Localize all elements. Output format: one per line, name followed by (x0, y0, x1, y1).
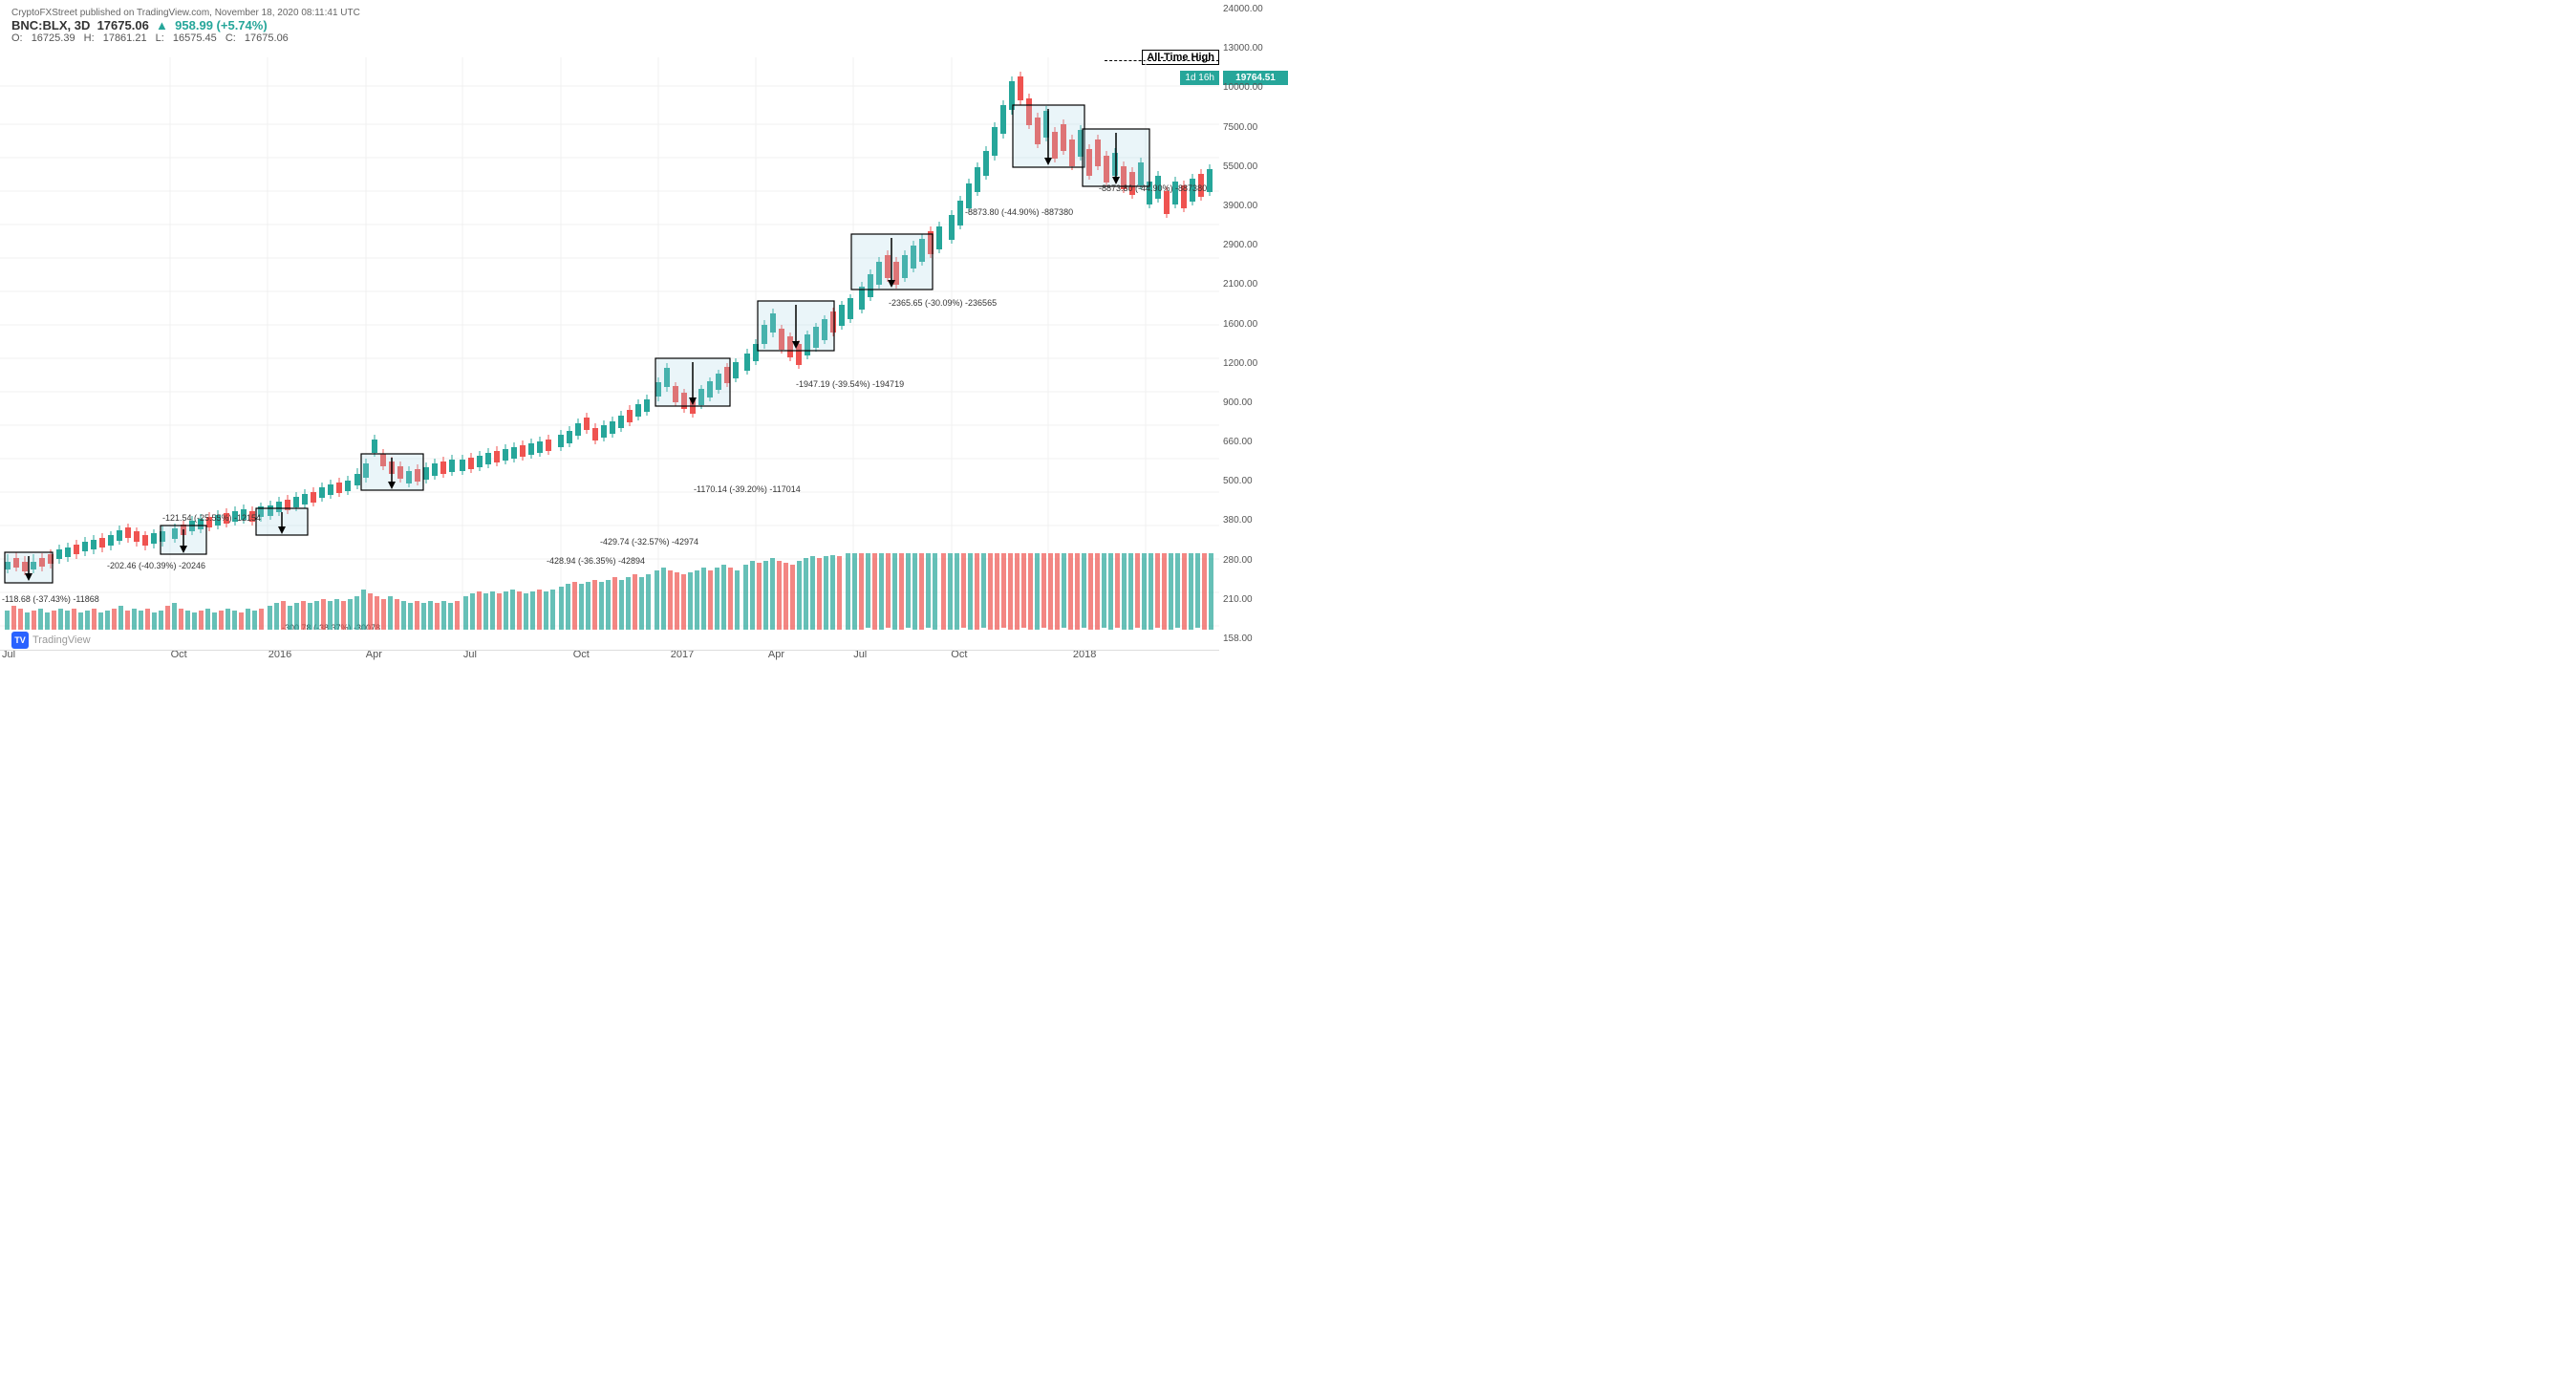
price-level-1600: 1600.00 (1223, 320, 1284, 330)
close-value: 17675.06 (245, 32, 289, 44)
chart-header: CryptoFXStreet published on TradingView.… (11, 8, 360, 44)
chart-container: CryptoFXStreet published on TradingView.… (0, 0, 1288, 687)
svg-text:-1947.19 (-39.54%) -194719: -1947.19 (-39.54%) -194719 (796, 379, 904, 389)
price-level-13000: 13000.00 (1223, 44, 1284, 54)
price-level-210: 210.00 (1223, 595, 1284, 605)
price-level-900: 900.00 (1223, 398, 1284, 408)
price-level-500: 500.00 (1223, 477, 1284, 486)
high-value: 17861.21 (103, 32, 147, 44)
svg-text:-8873.80 (-44.90%) -887380: -8873.80 (-44.90%) -887380 (1099, 183, 1207, 193)
symbol: BNC:BLX, 3D (11, 18, 90, 32)
svg-text:-8873.80 (-44.90%) -887380: -8873.80 (-44.90%) -887380 (965, 207, 1073, 217)
price-level-5500: 5500.00 (1223, 162, 1284, 172)
price-level-2900: 2900.00 (1223, 241, 1284, 250)
close-label: C: (225, 32, 236, 44)
tradingview-label: TradingView (32, 634, 91, 646)
price-arrow: ▲ (156, 18, 168, 32)
open-label: O: (11, 32, 23, 44)
price-level-158: 158.00 (1223, 634, 1284, 644)
high-label: H: (84, 32, 95, 44)
price-level-1200: 1200.00 (1223, 359, 1284, 369)
tradingview-logo: TV TradingView (11, 632, 91, 649)
candles-2017 (558, 395, 650, 451)
time-axis: Jul Oct 2016 Apr Jul Oct 2017 Apr Jul Oc… (0, 649, 1219, 668)
low-label: L: (156, 32, 164, 44)
symbol-price: BNC:BLX, 3D 17675.06 ▲ 958.99 (+5.74%) (11, 18, 360, 32)
tv-icon: TV (11, 632, 29, 649)
svg-text:-1170.14 (-39.20%) -117014: -1170.14 (-39.20%) -117014 (694, 484, 801, 494)
low-value: 16575.45 (173, 32, 217, 44)
price-level-7500: 7500.00 (1223, 123, 1284, 133)
volume-chart-svg (0, 553, 1219, 630)
price-axis: 24000.00 13000.00 10000.00 7500.00 5500.… (1219, 0, 1288, 649)
time-axis-line (0, 650, 1219, 651)
price-level-280: 280.00 (1223, 556, 1284, 566)
price-level-380: 380.00 (1223, 516, 1284, 526)
candles-oct2016 (460, 435, 551, 475)
price-level-660: 660.00 (1223, 438, 1284, 447)
svg-text:-429.74 (-32.57%) -42974: -429.74 (-32.57%) -42974 (600, 537, 698, 547)
price: 17675.06 (97, 18, 149, 32)
attribution-text: CryptoFXStreet published on TradingView.… (11, 8, 360, 18)
open-value: 16725.39 (32, 32, 75, 44)
price-level-3900: 3900.00 (1223, 202, 1284, 211)
price-level-24000: 24000.00 (1223, 5, 1284, 14)
main-chart-svg: -118.68 (-37.43%) -11868 -202.46 (-40.39… (0, 57, 1219, 630)
ohlc-row: O: 16725.39 H: 17861.21 L: 16575.45 C: 1… (11, 32, 360, 44)
svg-text:-121.54 (-25.55%) -12154: -121.54 (-25.55%) -12154 (162, 513, 261, 523)
price-level-10000: 10000.00 (1223, 83, 1284, 93)
price-level-2100: 2100.00 (1223, 280, 1284, 290)
price-change: 958.99 (+5.74%) (175, 18, 268, 32)
svg-text:-2365.65 (-30.09%) -236565: -2365.65 (-30.09%) -236565 (889, 298, 997, 308)
